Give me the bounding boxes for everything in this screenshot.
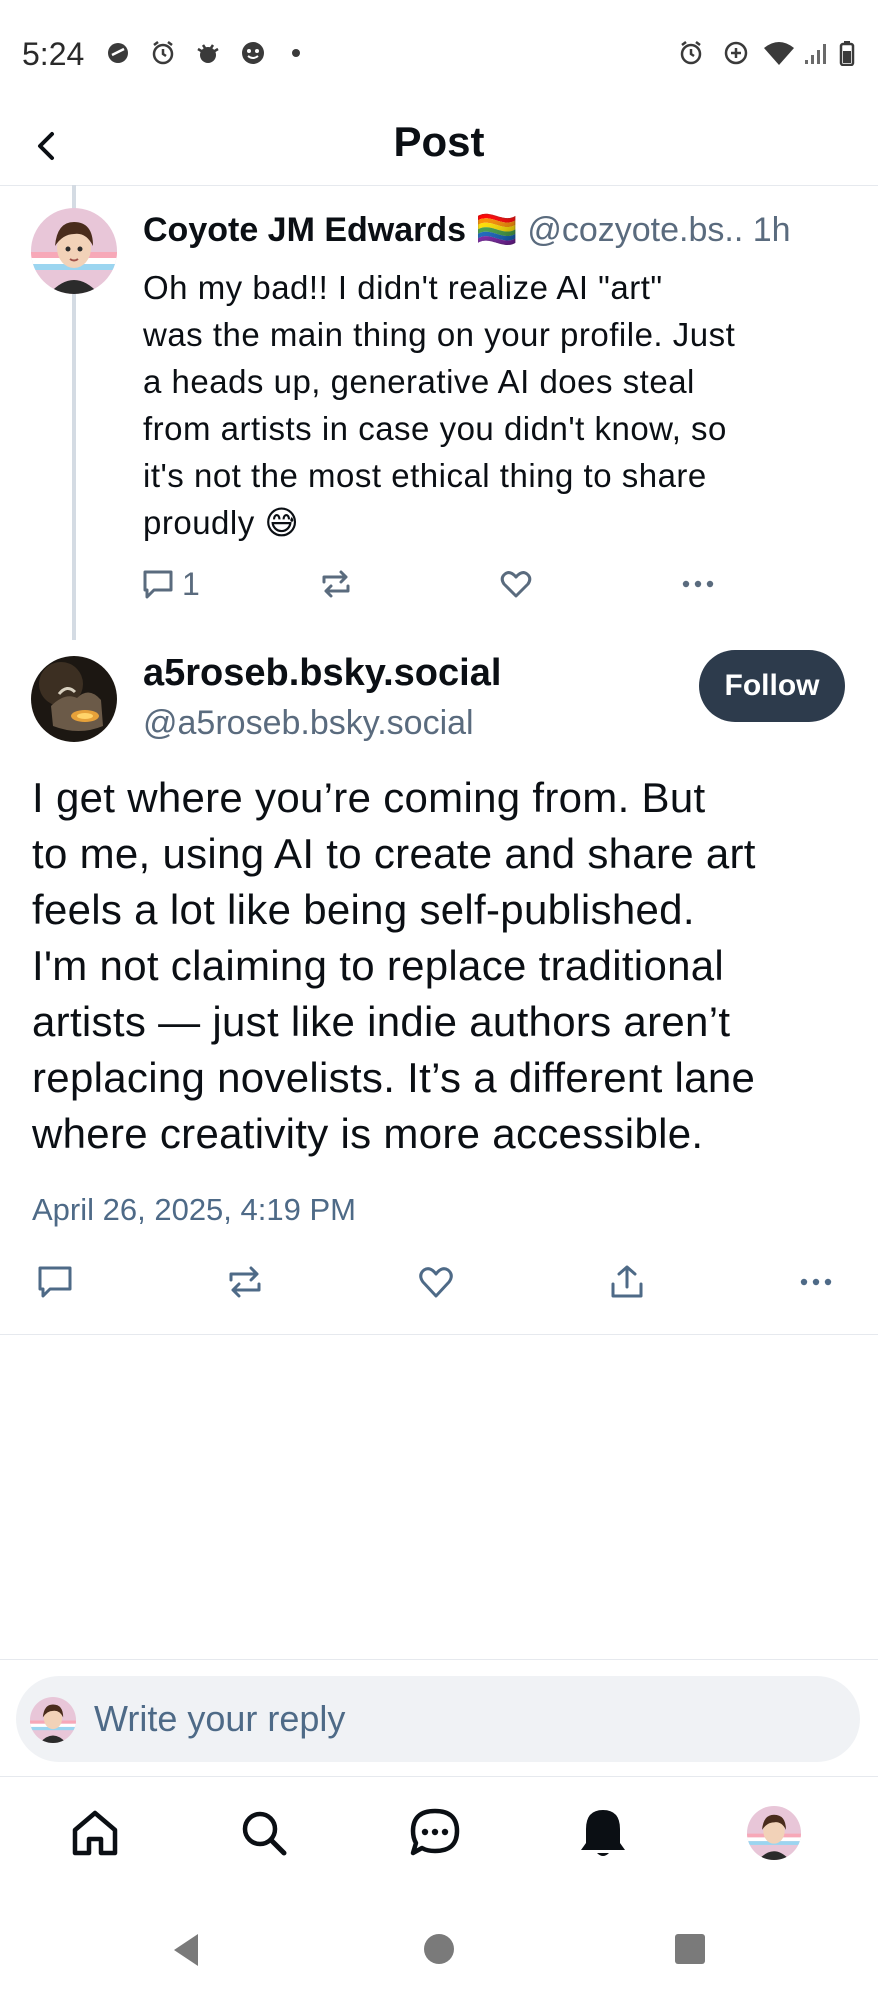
main-post-text: I get where you’re coming from. But to m… [32, 770, 852, 1162]
parent-reply-button[interactable]: 1 [140, 562, 200, 606]
more-notifications-dot-icon [292, 49, 300, 57]
follow-button[interactable]: Follow [699, 650, 845, 722]
main-like-button[interactable] [416, 1260, 456, 1304]
repost-icon [322, 570, 350, 598]
nav-chat[interactable] [405, 1803, 465, 1863]
repost-icon [229, 1266, 261, 1298]
home-icon [72, 1810, 118, 1856]
text-line: to me, using AI to create and share art [32, 830, 756, 877]
text-line: replacing novelists. It’s a different la… [32, 1054, 756, 1101]
main-more-button[interactable] [796, 1260, 836, 1304]
text-line: was the main thing on your profile. Just [143, 316, 736, 353]
text-line: I get where you’re coming from. But [32, 774, 706, 821]
reply-composer[interactable]: Write your reply [16, 1676, 860, 1762]
nav-search[interactable] [234, 1803, 294, 1863]
parent-like-button[interactable] [498, 562, 534, 606]
avatar-illustration [30, 1697, 76, 1743]
status-time: 5:24 [22, 36, 85, 72]
alarm-icon [152, 41, 174, 65]
more-icon [682, 580, 714, 588]
main-share-button[interactable] [607, 1260, 647, 1304]
text-line: I'm not claiming to replace traditional [32, 942, 725, 989]
main-repost-button[interactable] [225, 1260, 265, 1304]
status-bar: 5:24 [0, 0, 878, 110]
text-line: artists — just like indie authors aren’t [32, 998, 731, 1045]
parent-post-header: Coyote JM Edwards 🏳️‍🌈 @cozyote.bs.. 1h [143, 210, 855, 250]
heart-icon [500, 571, 532, 598]
wifi-icon [764, 42, 794, 65]
notifications-icon [581, 1810, 625, 1856]
data-saver-icon [724, 41, 748, 65]
top-header: Post [0, 110, 878, 186]
parent-author-name[interactable]: Coyote JM Edwards [143, 211, 466, 249]
parent-author-avatar[interactable] [31, 208, 117, 294]
text-line: where creativity is more accessible. [32, 1110, 704, 1157]
bug-notification-icon [197, 44, 219, 63]
system-back-icon[interactable] [170, 1932, 202, 1968]
search-icon [242, 1811, 287, 1856]
system-navigation-bar [0, 1897, 878, 2000]
text-line: proudly 😅 [143, 504, 300, 541]
system-home-icon[interactable] [423, 1933, 455, 1965]
parent-post-time: 1h [752, 211, 791, 249]
parent-reply-count: 1 [182, 565, 200, 602]
battery-icon [839, 41, 855, 66]
parent-more-button[interactable] [678, 562, 718, 606]
text-line: a heads up, generative AI does steal [143, 363, 695, 400]
text-line: from artists in case you didn't know, so [143, 410, 727, 447]
main-post-actions [0, 1260, 878, 1310]
nav-home[interactable] [65, 1803, 125, 1863]
nav-profile[interactable] [747, 1806, 801, 1860]
main-author-handle[interactable]: @a5roseb.bsky.social [143, 704, 474, 743]
reply-icon [38, 1266, 72, 1298]
text-line: feels a lot like being self-published. [32, 886, 695, 933]
avatar-illustration [31, 656, 117, 742]
parent-repost-button[interactable] [318, 562, 354, 606]
signal-icon [805, 44, 826, 64]
pride-flag-emoji: 🏳️‍🌈 [475, 211, 518, 249]
main-author-name[interactable]: a5roseb.bsky.social [143, 652, 501, 695]
share-icon [611, 1265, 643, 1298]
composer-top-divider [0, 1659, 878, 1660]
post-divider [0, 1334, 878, 1335]
avatar-illustration [31, 208, 117, 294]
parent-post-actions: 1 [140, 562, 740, 606]
profile-avatar [747, 1806, 801, 1860]
reply-placeholder: Write your reply [94, 1698, 346, 1739]
parent-post-text: Oh my bad!! I didn't realize AI "art" wa… [143, 264, 843, 546]
text-line: Oh my bad!! I didn't realize AI "art" [143, 269, 663, 306]
reply-icon [143, 570, 173, 599]
parent-author-handle[interactable]: @cozyote.bs.. [527, 211, 743, 249]
bottom-navigation [0, 1777, 878, 1897]
app-notification-icon [108, 43, 128, 63]
heart-icon [419, 1267, 453, 1298]
more-icon [800, 1278, 832, 1286]
chat-icon [410, 1808, 460, 1856]
main-post-date: April 26, 2025, 4:19 PM [32, 1192, 356, 1227]
main-reply-button[interactable] [35, 1260, 75, 1304]
main-author-avatar[interactable] [31, 656, 117, 742]
my-avatar [30, 1697, 76, 1743]
text-line: it's not the most ethical thing to share [143, 457, 707, 494]
alarm-status-icon [680, 41, 702, 65]
face-notification-icon [242, 42, 264, 64]
nav-notifications[interactable] [573, 1803, 633, 1863]
page-title: Post [393, 118, 485, 165]
system-recents-icon[interactable] [674, 1933, 706, 1965]
